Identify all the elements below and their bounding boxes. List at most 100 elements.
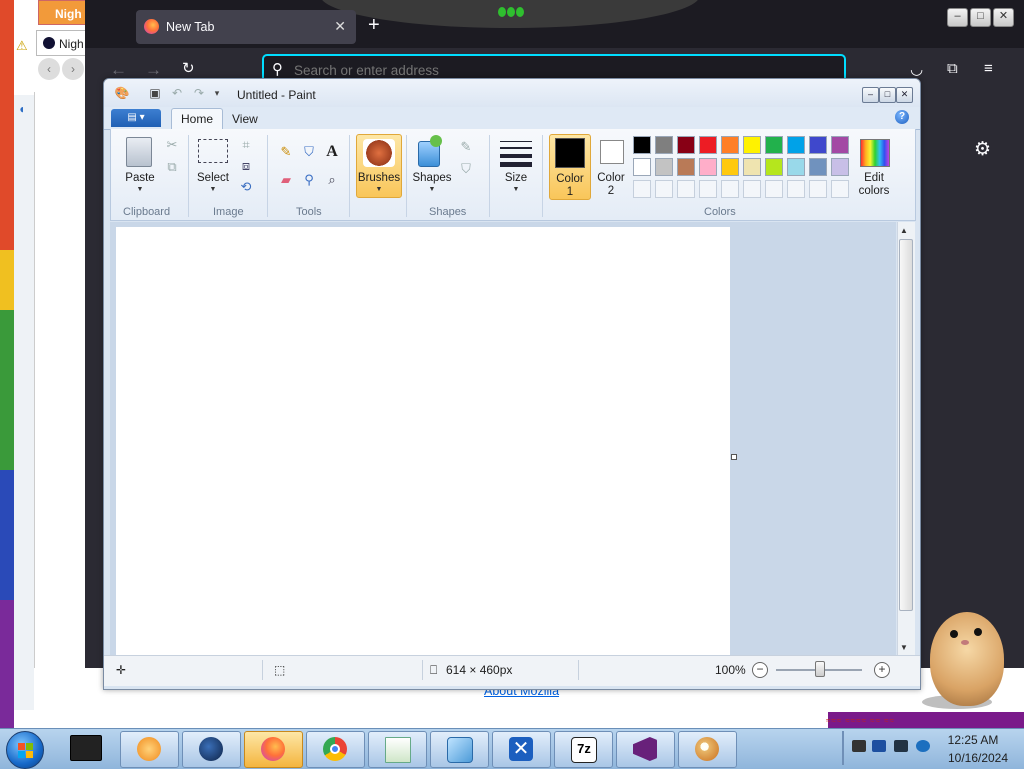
extensions-icon[interactable]: ⧉	[947, 60, 958, 77]
palette-swatch[interactable]	[809, 158, 827, 176]
palette-swatch[interactable]	[633, 136, 651, 154]
undo-icon[interactable]: ↶	[170, 87, 184, 100]
paste-button[interactable]: Paste ▼	[118, 135, 162, 197]
start-button[interactable]	[6, 731, 44, 769]
taskbar-app-x[interactable]: ✕	[492, 731, 551, 768]
paint-minimize-button[interactable]: –	[862, 87, 879, 103]
taskbar-app-visual-studio[interactable]	[616, 731, 675, 768]
shapes-button[interactable]: Shapes ▼	[410, 135, 454, 197]
palette-swatch[interactable]	[699, 136, 717, 154]
copy-icon[interactable]: ⧉	[162, 157, 182, 177]
maximize-button[interactable]: □	[970, 8, 991, 27]
palette-swatch[interactable]	[655, 158, 673, 176]
forward-icon[interactable]: →	[145, 60, 162, 80]
palette-swatch[interactable]	[787, 158, 805, 176]
gear-icon[interactable]: ⚙	[974, 138, 991, 161]
fill-icon[interactable]: ⛉	[299, 142, 319, 162]
scroll-down-arrow-icon[interactable]: ▼	[900, 643, 908, 652]
palette-swatch[interactable]	[721, 158, 739, 176]
pencil-icon[interactable]: ✎	[276, 142, 296, 162]
palette-swatch[interactable]	[831, 136, 849, 154]
palette-swatch[interactable]	[809, 180, 827, 198]
canvas-resize-handle[interactable]	[731, 454, 737, 460]
size-button[interactable]: Size ▼	[494, 135, 538, 197]
eraser-icon[interactable]: ▰	[276, 170, 296, 190]
taskbar-app-notepad[interactable]	[368, 731, 427, 768]
save-icon[interactable]: ▣	[148, 87, 162, 100]
palette-swatch[interactable]	[809, 136, 827, 154]
palette-swatch[interactable]	[831, 158, 849, 176]
reload-icon[interactable]: ↻	[182, 59, 195, 77]
taskbar-app-7zip[interactable]: 7z	[554, 731, 613, 768]
pocket-icon[interactable]: ◡	[910, 60, 923, 78]
palette-swatch[interactable]	[765, 180, 783, 198]
color1-button[interactable]: Color 1	[549, 134, 591, 200]
drawing-canvas[interactable]	[116, 227, 730, 655]
redo-icon[interactable]: ↷	[192, 87, 206, 100]
palette-swatch[interactable]	[831, 180, 849, 198]
network-icon[interactable]	[894, 740, 908, 752]
brushes-button[interactable]: Brushes ▼	[356, 134, 402, 198]
help-icon[interactable]: ?	[895, 110, 909, 124]
palette-swatch[interactable]	[721, 180, 739, 198]
tab-home[interactable]: Home	[171, 108, 223, 131]
search-input[interactable]	[294, 63, 794, 78]
paint-maximize-button[interactable]: □	[879, 87, 896, 103]
taskbar-app-media[interactable]	[120, 731, 179, 768]
minimize-button[interactable]: –	[947, 8, 968, 27]
palette-swatch[interactable]	[655, 180, 673, 198]
cut-icon[interactable]: ✂	[162, 135, 182, 155]
fill-shape-icon[interactable]: ⛉	[456, 159, 476, 179]
close-button[interactable]: ✕	[993, 8, 1014, 27]
tray-icon-1[interactable]	[852, 740, 866, 752]
palette-swatch[interactable]	[699, 180, 717, 198]
tab-view[interactable]: View	[232, 112, 258, 126]
paint-app-icon[interactable]: 🎨	[114, 87, 130, 100]
tray-icon-2[interactable]	[872, 740, 886, 752]
new-tab-button[interactable]: +	[368, 14, 380, 37]
palette-swatch[interactable]	[677, 180, 695, 198]
taskbar-app-files[interactable]	[430, 731, 489, 768]
palette-swatch[interactable]	[743, 158, 761, 176]
palette-swatch[interactable]	[787, 180, 805, 198]
zoom-slider-thumb[interactable]	[815, 661, 825, 677]
tab-new-tab[interactable]: New Tab ✕	[136, 10, 356, 44]
volume-icon[interactable]	[916, 740, 930, 752]
palette-swatch[interactable]	[677, 158, 695, 176]
menu-icon[interactable]: ≡	[984, 60, 993, 77]
zoom-out-icon[interactable]: −	[752, 662, 768, 678]
forward-icon[interactable]: ›	[62, 58, 84, 80]
palette-swatch[interactable]	[743, 136, 761, 154]
close-tab-icon[interactable]: ✕	[334, 18, 346, 35]
palette-swatch[interactable]	[721, 136, 739, 154]
magnifier-icon[interactable]: ⌕	[322, 170, 342, 190]
outline-icon[interactable]: ✎	[456, 137, 476, 157]
palette-swatch[interactable]	[655, 136, 673, 154]
customize-toolbar-icon[interactable]: ▾	[210, 87, 224, 100]
scrollbar-thumb[interactable]	[899, 239, 913, 611]
edit-colors-button[interactable]: Edit colors	[854, 134, 894, 198]
scroll-up-arrow-icon[interactable]: ▲	[900, 226, 908, 235]
palette-swatch[interactable]	[633, 180, 651, 198]
back-icon[interactable]: ‹	[38, 58, 60, 80]
palette-swatch[interactable]	[765, 136, 783, 154]
color-picker-icon[interactable]: ⚲	[299, 170, 319, 190]
zoom-in-icon[interactable]: +	[874, 662, 890, 678]
palette-swatch[interactable]	[787, 136, 805, 154]
taskbar-app-terminal[interactable]	[66, 733, 106, 763]
palette-swatch[interactable]	[765, 158, 783, 176]
old-browser-tab-1[interactable]: Nigh	[38, 0, 90, 25]
paint-close-button[interactable]: ✕	[896, 87, 913, 103]
file-menu-button[interactable]: ▤ ▾	[111, 109, 161, 127]
resize-icon[interactable]: ⧈	[236, 156, 256, 176]
taskbar-app-globe[interactable]	[182, 731, 241, 768]
back-icon[interactable]: ←	[110, 60, 127, 80]
palette-swatch[interactable]	[633, 158, 651, 176]
rotate-icon[interactable]: ⟲	[236, 177, 256, 197]
clock-time[interactable]: 12:25 AM	[938, 733, 1008, 747]
palette-swatch[interactable]	[699, 158, 717, 176]
crop-icon[interactable]: ⌗	[236, 135, 256, 155]
taskbar-app-paint[interactable]	[678, 731, 737, 768]
color2-button[interactable]: Color 2	[591, 134, 631, 198]
taskbar-app-firefox[interactable]	[244, 731, 303, 768]
